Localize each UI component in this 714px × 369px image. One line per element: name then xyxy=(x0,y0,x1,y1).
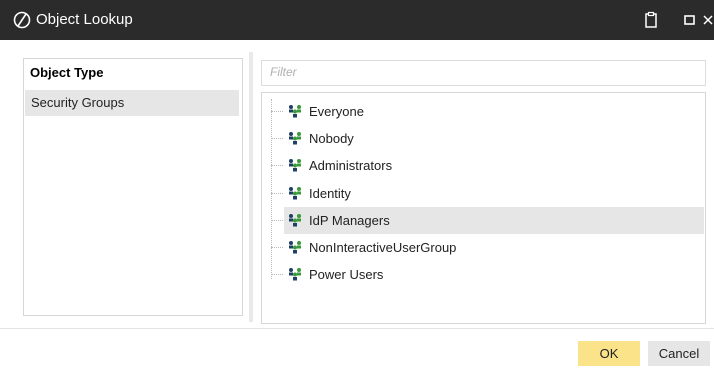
group-icon xyxy=(287,104,303,118)
object-type-item-security-groups[interactable]: Security Groups xyxy=(25,90,239,116)
filter-input[interactable] xyxy=(262,61,705,83)
group-icon xyxy=(287,267,303,281)
footer-divider xyxy=(0,328,714,329)
filter-box xyxy=(261,60,706,86)
group-icon xyxy=(287,131,303,145)
tree-item[interactable]: NonInteractiveUserGroup xyxy=(271,234,704,261)
tree-branch-line xyxy=(271,192,283,194)
window-title: Object Lookup xyxy=(36,11,133,28)
tree-item[interactable]: Power Users xyxy=(271,261,704,288)
tree-item-label: Power Users xyxy=(309,267,384,283)
close-icon[interactable] xyxy=(702,10,714,30)
group-tree: Everyone Nobody Administrators Identity IdP … xyxy=(261,92,706,324)
cancel-button[interactable]: Cancel xyxy=(648,341,710,366)
tree-item[interactable]: Everyone xyxy=(271,98,704,125)
object-type-panel: Object Type Security Groups xyxy=(23,58,243,316)
ok-button[interactable]: OK xyxy=(578,341,640,366)
tree-item-label: Everyone xyxy=(309,104,364,119)
tree-branch-line xyxy=(271,165,283,167)
maximize-icon[interactable] xyxy=(680,10,700,30)
tree-item-label: Identity xyxy=(309,185,351,201)
tree-connector xyxy=(271,99,272,279)
tree-item-label: Administrators xyxy=(309,158,393,174)
tree-item[interactable]: Identity xyxy=(271,180,704,207)
group-icon xyxy=(287,240,303,254)
tree-item[interactable]: Administrators xyxy=(271,152,704,179)
tree-item-label: Nobody xyxy=(309,131,354,147)
tree-branch-line xyxy=(271,274,283,276)
group-icon xyxy=(287,158,303,172)
group-icon xyxy=(287,213,303,227)
clipboard-icon[interactable] xyxy=(641,10,661,30)
tree-branch-line xyxy=(271,111,283,112)
tree-branch-line xyxy=(271,219,283,221)
title-bar[interactable]: Object Lookup xyxy=(0,0,714,40)
tree-item[interactable]: IdP Managers xyxy=(271,206,704,234)
panel-splitter[interactable] xyxy=(249,52,253,322)
app-logo-icon xyxy=(13,11,31,29)
tree-item-label: NonInteractiveUserGroup xyxy=(309,240,457,255)
tree-branch-line xyxy=(271,247,283,248)
group-icon xyxy=(287,186,303,200)
object-type-header: Object Type xyxy=(30,65,104,80)
object-lookup-dialog: Object Lookup Object Type Security Group… xyxy=(0,0,714,369)
object-type-item-label: Security Groups xyxy=(31,95,125,110)
tree-item-label: IdP Managers xyxy=(309,212,390,228)
tree-branch-line xyxy=(271,138,283,140)
tree-item[interactable]: Nobody xyxy=(271,125,704,152)
